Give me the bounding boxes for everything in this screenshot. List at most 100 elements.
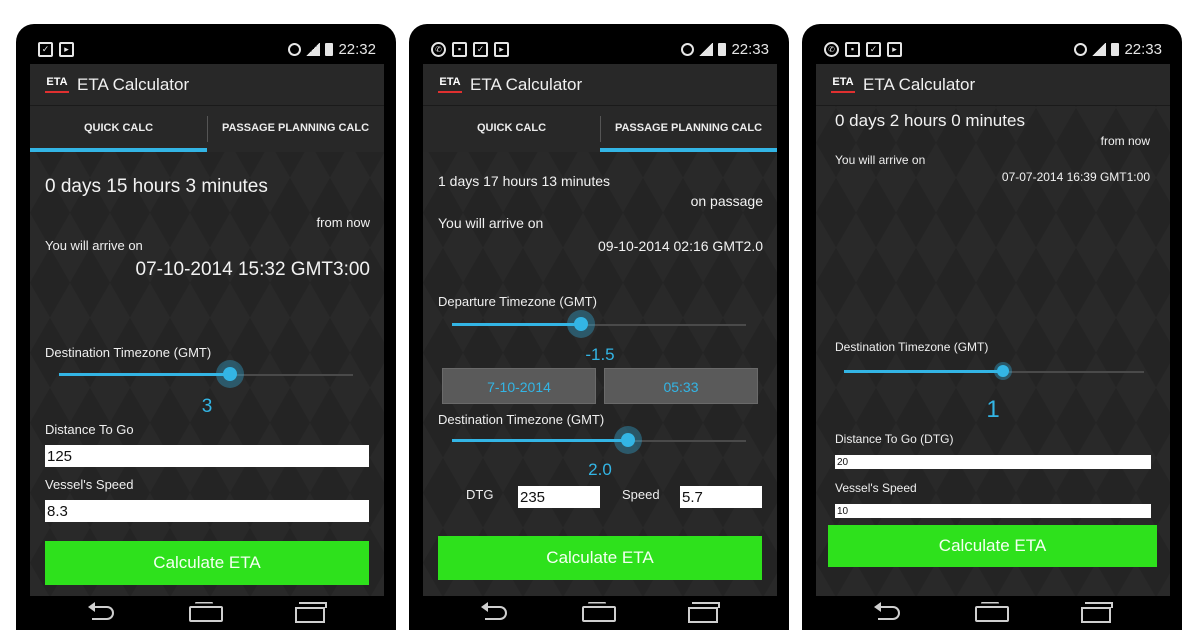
distance-label: Distance To Go (DTG) [835, 432, 954, 446]
slider-fill [59, 373, 230, 376]
arrive-label: You will arrive on [45, 238, 143, 253]
notification-icon: ✓ [866, 42, 881, 57]
image-icon: ▪ [845, 42, 860, 57]
from-now-text: from now [1100, 134, 1150, 148]
tab-label: PASSAGE PLANNING CALC [221, 122, 370, 134]
back-icon[interactable] [88, 602, 118, 620]
status-time: 22:33 [731, 41, 769, 58]
battery-icon [325, 43, 334, 56]
duration-text: 0 days 2 hours 0 minutes [835, 111, 1025, 130]
screen: ✓ ▸ 22:32 ETA ETA Calculator QUICK CALC … [30, 38, 384, 596]
tab-bar: QUICK CALC PASSAGE PLANNING CALC [423, 106, 777, 152]
slider-thumb[interactable] [567, 310, 595, 338]
slider-fill [452, 439, 628, 442]
nav-bar [16, 596, 396, 630]
whatsapp-icon: ✆ [431, 42, 446, 57]
duration-text: 1 days 17 hours 13 minutes [438, 173, 610, 189]
speed-label: Vessel's Speed [835, 481, 917, 495]
alarm-icon [288, 43, 302, 56]
departure-timezone-value: -1.5 [585, 345, 615, 364]
home-icon[interactable] [189, 602, 223, 622]
notification-icon: ✓ [473, 42, 488, 57]
app-title: ETA Calculator [863, 75, 976, 94]
signal-icon [699, 43, 714, 56]
app-logo: ETA [45, 75, 69, 93]
tab-bar: QUICK CALC PASSAGE PLANNING CALC [30, 106, 384, 152]
distance-input[interactable] [45, 445, 369, 467]
battery-icon [718, 43, 727, 56]
image-icon: ▪ [452, 42, 467, 57]
speed-input[interactable] [835, 504, 1151, 518]
shopping-bag-icon: ▸ [59, 42, 74, 57]
distance-label: Distance To Go [45, 422, 134, 437]
notification-icon: ✓ [38, 42, 53, 57]
back-icon[interactable] [874, 602, 904, 620]
dest-timezone-value: 2.0 [588, 460, 612, 479]
tab-indicator [600, 148, 777, 152]
dtg-input[interactable] [518, 486, 600, 508]
action-bar: ETA ETA Calculator [30, 64, 384, 106]
signal-icon [306, 43, 321, 56]
arrive-label: You will arrive on [438, 215, 544, 231]
tab-passage-planning-calc[interactable]: PASSAGE PLANNING CALC [207, 106, 384, 152]
slider-thumb[interactable] [994, 362, 1012, 380]
recent-apps-icon[interactable] [688, 602, 720, 623]
calculate-eta-button[interactable]: Calculate ETA [438, 536, 762, 580]
status-bar: ✆ ▪ ✓ ▸ 22:33 [423, 38, 777, 64]
recent-apps-icon[interactable] [1081, 602, 1113, 623]
dest-timezone-label: Destination Timezone (GMT) [45, 345, 212, 360]
app-logo: ETA [831, 75, 855, 93]
back-icon[interactable] [481, 602, 511, 620]
status-time: 22:33 [1124, 41, 1162, 58]
recent-apps-icon[interactable] [295, 602, 327, 623]
screen: ✆ ▪ ✓ ▸ 22:33 ETA ETA Calculator QUICK C… [423, 38, 777, 596]
tab-passage-planning-calc[interactable]: PASSAGE PLANNING CALC [600, 106, 777, 152]
tab-label: QUICK CALC [476, 122, 547, 134]
speed-label: Speed [622, 487, 660, 502]
departure-time-button[interactable]: 05:33 [604, 368, 758, 404]
slider-thumb[interactable] [614, 426, 642, 454]
status-time: 22:32 [338, 41, 376, 58]
tab-quick-calc[interactable]: QUICK CALC [30, 106, 207, 152]
tab-quick-calc[interactable]: QUICK CALC [423, 106, 600, 152]
dtg-label: DTG [466, 487, 494, 502]
action-bar: ETA ETA Calculator [423, 64, 777, 106]
home-icon[interactable] [582, 602, 616, 622]
arrive-label: You will arrive on [835, 153, 926, 167]
tab-indicator [30, 148, 207, 152]
app-title: ETA Calculator [77, 75, 190, 94]
arrive-value: 09-10-2014 02:16 GMT2.0 [598, 238, 763, 254]
distance-input[interactable] [835, 455, 1151, 469]
app-title: ETA Calculator [470, 75, 583, 94]
slider-fill [452, 323, 581, 326]
dest-timezone-value: 1 [986, 396, 1000, 423]
whatsapp-icon: ✆ [824, 42, 839, 57]
status-bar: ✆ ▪ ✓ ▸ 22:33 [816, 38, 1170, 64]
speed-input[interactable] [680, 486, 762, 508]
dest-timezone-label: Destination Timezone (GMT) [835, 340, 989, 354]
tab-label: PASSAGE PLANNING CALC [614, 122, 763, 134]
on-passage-text: on passage [690, 193, 763, 209]
alarm-icon [681, 43, 695, 56]
arrive-value: 07-10-2014 15:32 GMT3:00 [135, 259, 371, 280]
from-now-text: from now [316, 215, 370, 230]
home-icon[interactable] [975, 602, 1009, 622]
shopping-bag-icon: ▸ [494, 42, 509, 57]
departure-date-button[interactable]: 7-10-2014 [442, 368, 596, 404]
tab-label: QUICK CALC [83, 122, 154, 134]
action-bar: ETA ETA Calculator [816, 64, 1170, 106]
nav-bar [409, 596, 789, 630]
battery-icon [1111, 43, 1120, 56]
signal-icon [1092, 43, 1107, 56]
phone-quick-calc-scrolled: ✆ ▪ ✓ ▸ 22:33 ETA ETA Calculator 0 days … [802, 24, 1182, 630]
calculate-eta-button[interactable]: Calculate ETA [45, 541, 369, 585]
arrive-value: 07-07-2014 16:39 GMT1:00 [1001, 170, 1150, 184]
calculate-eta-button[interactable]: Calculate ETA [828, 525, 1157, 567]
speed-input[interactable] [45, 500, 369, 522]
screen: ✆ ▪ ✓ ▸ 22:33 ETA ETA Calculator 0 days … [816, 38, 1170, 596]
dest-timezone-value: 3 [201, 396, 213, 417]
departure-timezone-label: Departure Timezone (GMT) [438, 294, 597, 309]
phone-quick-calc: ✓ ▸ 22:32 ETA ETA Calculator QUICK CALC … [16, 24, 396, 630]
slider-thumb[interactable] [216, 360, 244, 388]
dest-timezone-label: Destination Timezone (GMT) [438, 412, 605, 427]
